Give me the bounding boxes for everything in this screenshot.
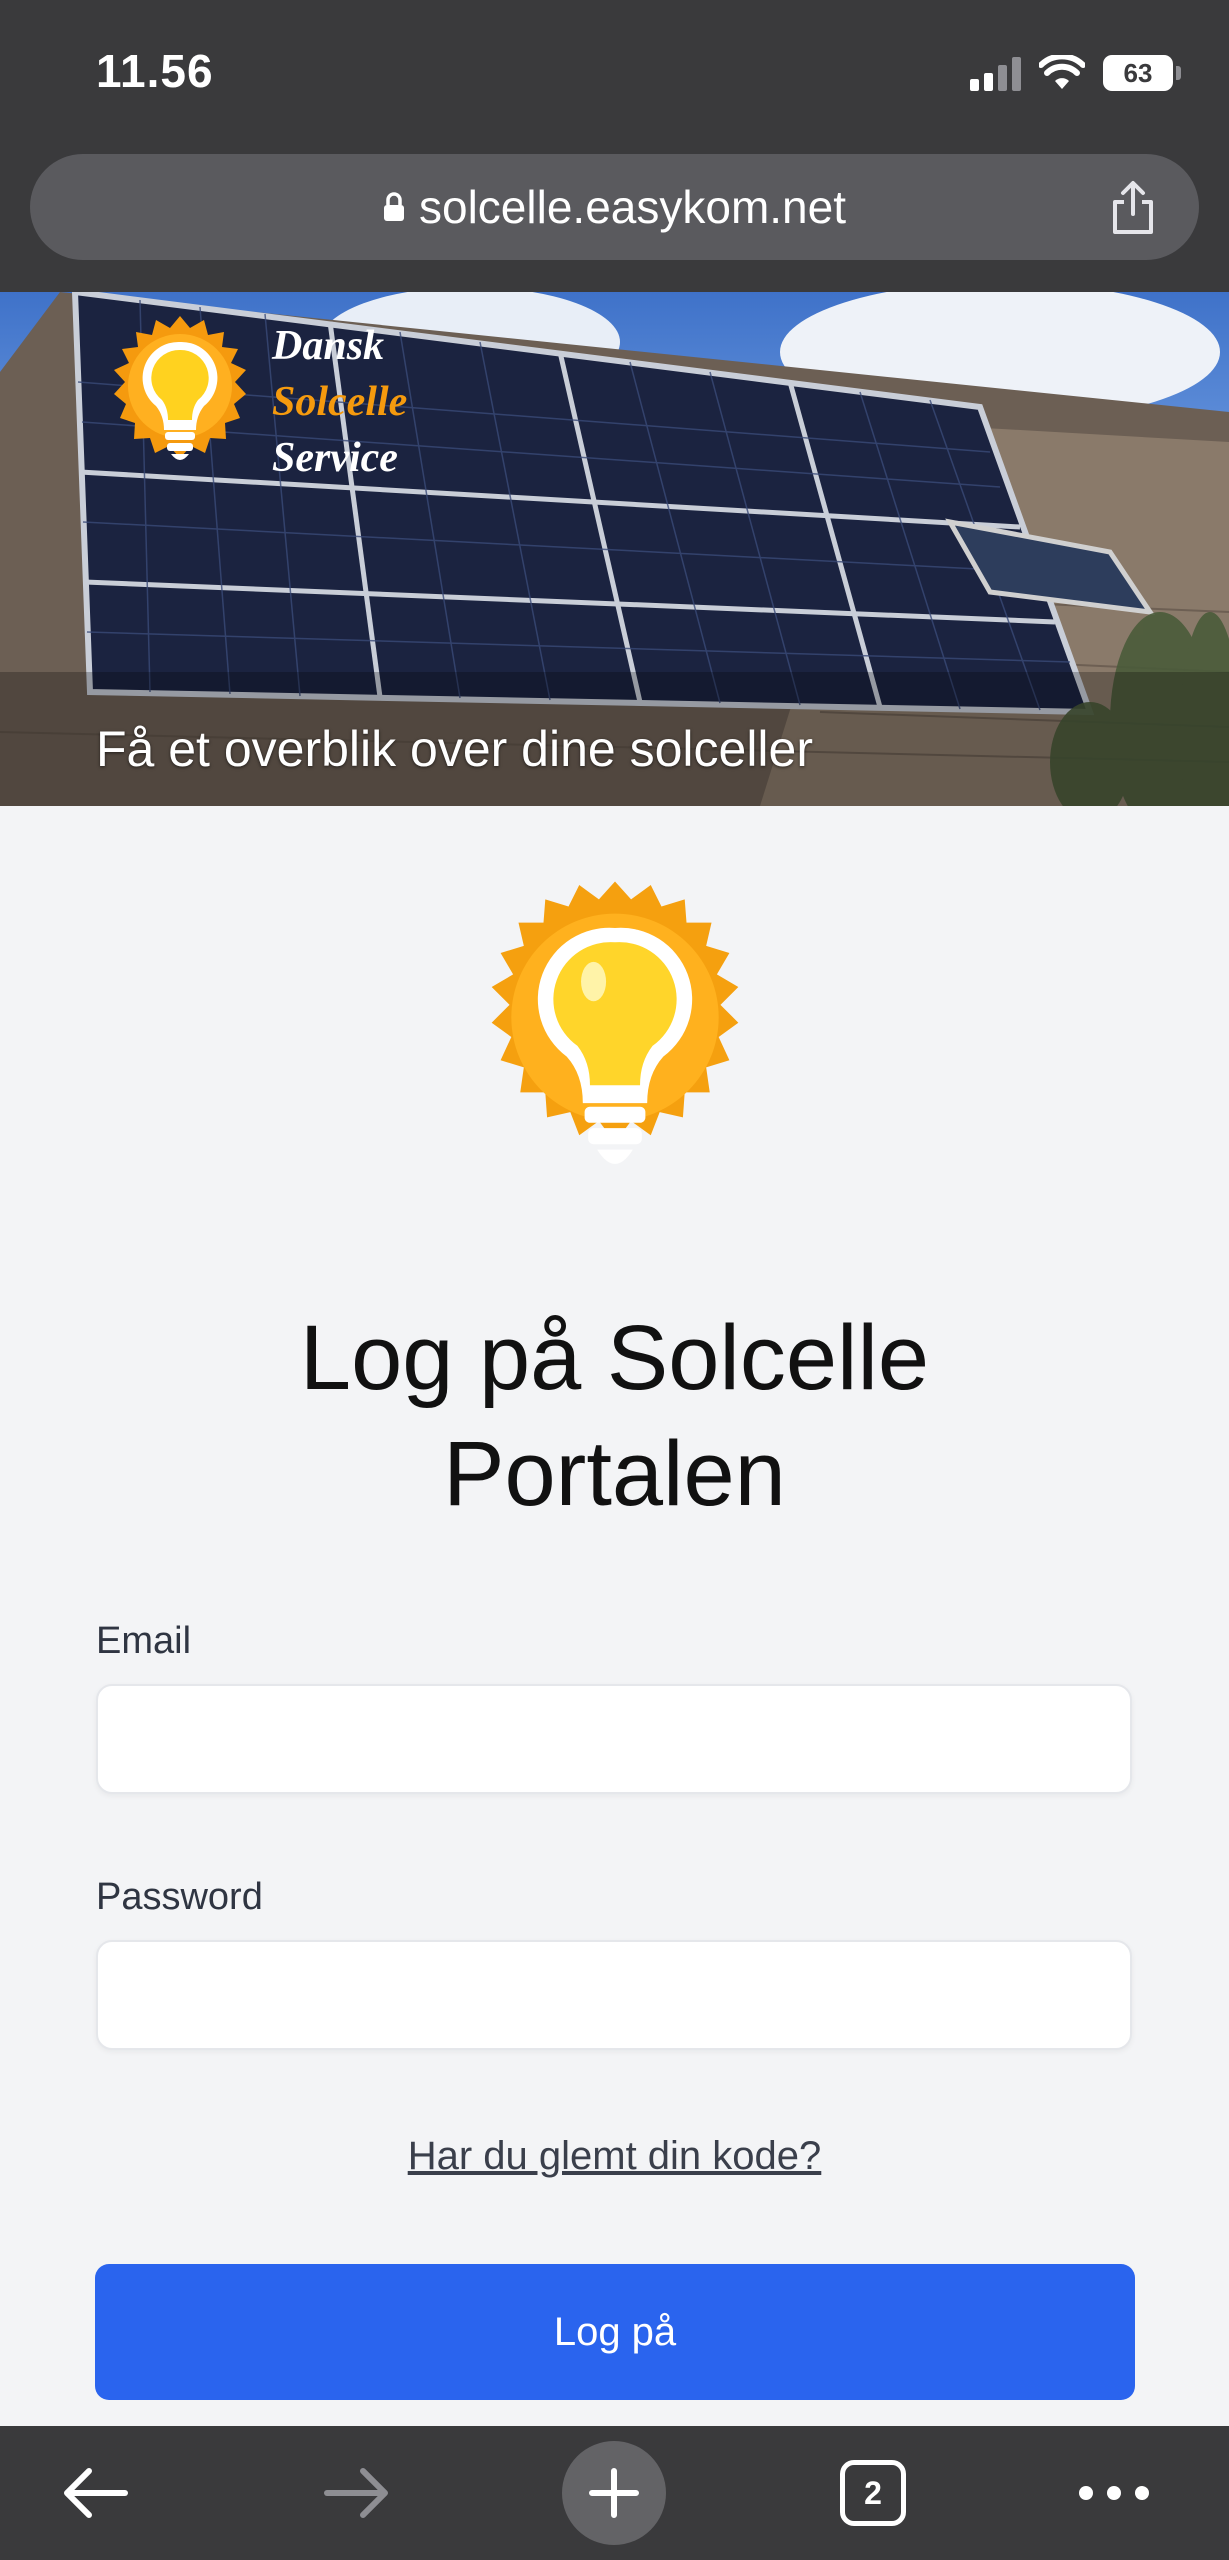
tabs-button[interactable]: 2	[838, 2426, 908, 2560]
page-title-line-1: Log på Solcelle	[299, 1307, 930, 1409]
signal-icon	[970, 55, 1021, 91]
brand-name: Dansk Solcelle Service	[272, 318, 407, 486]
browser-toolbar: 2	[0, 2426, 1229, 2560]
status-icons: 63	[970, 50, 1181, 96]
back-arrow-icon	[64, 2468, 128, 2518]
login-button[interactable]: Log på	[95, 2264, 1135, 2400]
lightbulb-sun-logo	[491, 881, 739, 1164]
brand-line-2: Solcelle	[272, 379, 408, 425]
more-icon	[1079, 2486, 1149, 2500]
more-menu-button[interactable]	[1074, 2426, 1154, 2560]
forgot-password-link[interactable]: Har du glemt din kode?	[0, 2134, 1229, 2179]
forward-arrow-icon	[324, 2468, 388, 2518]
new-tab-button[interactable]	[562, 2426, 666, 2560]
brand-line-1: Dansk	[272, 323, 385, 369]
hero-banner: Dansk Solcelle Service Få et overblik ov…	[0, 292, 1229, 806]
status-time: 11.56	[96, 45, 214, 97]
password-label: Password	[96, 1876, 263, 1918]
plus-icon	[589, 2468, 639, 2518]
email-label: Email	[96, 1620, 192, 1662]
share-icon[interactable]	[1103, 178, 1163, 238]
url-text: solcelle.easykom.net	[419, 181, 846, 233]
back-button[interactable]	[54, 2426, 138, 2560]
tabs-icon: 2	[840, 2460, 906, 2526]
forward-button[interactable]	[314, 2426, 398, 2560]
password-field[interactable]	[96, 1940, 1132, 2050]
page-title: Log på Solcelle Portalen	[0, 1300, 1229, 1532]
page-title-line-2: Portalen	[443, 1423, 786, 1525]
lock-icon	[384, 192, 404, 221]
url-bar[interactable]: solcelle.easykom.net	[30, 154, 1199, 260]
browser-top-chrome: 11.56 63 solcelle.easykom.net	[0, 0, 1229, 292]
email-field[interactable]	[96, 1684, 1132, 1794]
battery-icon: 63	[1103, 55, 1181, 91]
hero-tagline: Få et overblik over dine solceller	[96, 721, 813, 777]
lightbulb-sun-logo	[114, 316, 246, 460]
brand-line-3: Service	[272, 435, 398, 481]
wifi-icon	[1039, 55, 1085, 89]
